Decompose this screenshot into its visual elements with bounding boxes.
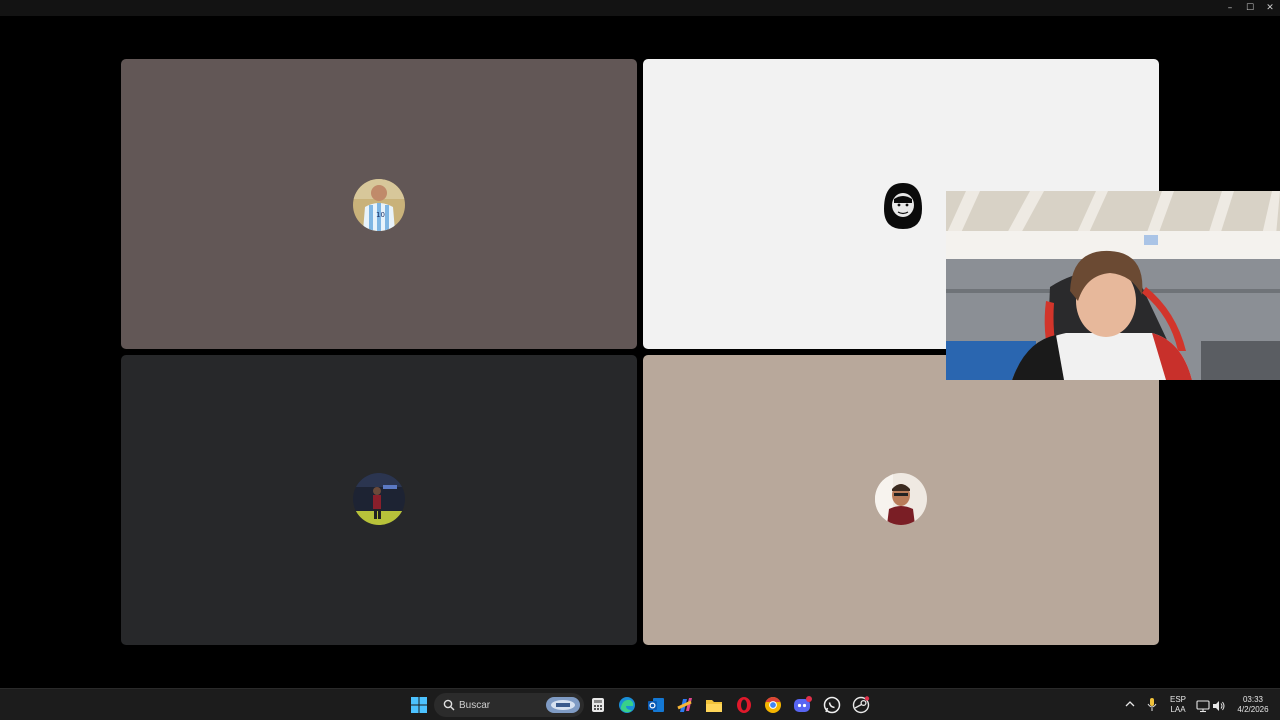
minimize-button[interactable]: –: [1220, 0, 1240, 16]
taskbar-search-box[interactable]: [434, 693, 584, 717]
window-titlebar: – ☐ ✕: [0, 0, 1280, 16]
maximize-button[interactable]: ☐: [1240, 0, 1260, 16]
argentina-jersey-avatar[interactable]: 10: [353, 179, 405, 231]
layout-label: LAA: [1170, 705, 1186, 714]
discord-icon[interactable]: [792, 694, 814, 716]
man-portrait-avatar[interactable]: [875, 473, 927, 525]
chevron-up-icon[interactable]: [1124, 697, 1136, 711]
desktop-screen: – ☐ ✕ 10 Buscar ESP LAA 03:33 4/2/2026: [0, 0, 1280, 720]
calculator-icon[interactable]: [587, 694, 609, 716]
microphone-icon[interactable]: [1146, 697, 1158, 713]
window-controls: – ☐ ✕: [1220, 0, 1280, 16]
edge-icon[interactable]: [616, 694, 638, 716]
clock[interactable]: 03:33 4/2/2026: [1230, 695, 1276, 715]
close-button[interactable]: ✕: [1260, 0, 1280, 16]
participant-tile-1[interactable]: 10: [121, 59, 637, 349]
file-explorer-icon[interactable]: [703, 694, 725, 716]
windows-taskbar: ESP LAA 03:33 4/2/2026: [0, 688, 1280, 720]
steam-icon[interactable]: [850, 694, 872, 716]
whatsapp-icon[interactable]: [821, 694, 843, 716]
participant-tile-3[interactable]: [121, 355, 637, 645]
hooded-face-avatar[interactable]: [880, 179, 926, 231]
participant-tile-4[interactable]: [643, 355, 1159, 645]
keyboard-language-indicator[interactable]: ESP LAA: [1166, 695, 1190, 715]
network-icon[interactable]: [1196, 698, 1210, 713]
clock-date: 4/2/2026: [1237, 705, 1269, 714]
volume-icon[interactable]: [1212, 698, 1226, 712]
clock-time: 03:33: [1242, 695, 1264, 704]
chrome-icon[interactable]: [762, 694, 784, 716]
windows-start-icon[interactable]: [408, 694, 430, 716]
opera-icon[interactable]: [733, 694, 755, 716]
search-icon: [443, 699, 455, 711]
widget-icon[interactable]: [546, 696, 580, 714]
self-camera-preview[interactable]: [946, 191, 1280, 380]
search-input[interactable]: [459, 699, 529, 711]
outlook-icon[interactable]: [645, 694, 667, 716]
stadium-player-avatar[interactable]: [353, 473, 405, 525]
language-label: ESP: [1169, 695, 1186, 704]
svg-text:10: 10: [376, 211, 385, 219]
copilot-icon[interactable]: [674, 694, 696, 716]
